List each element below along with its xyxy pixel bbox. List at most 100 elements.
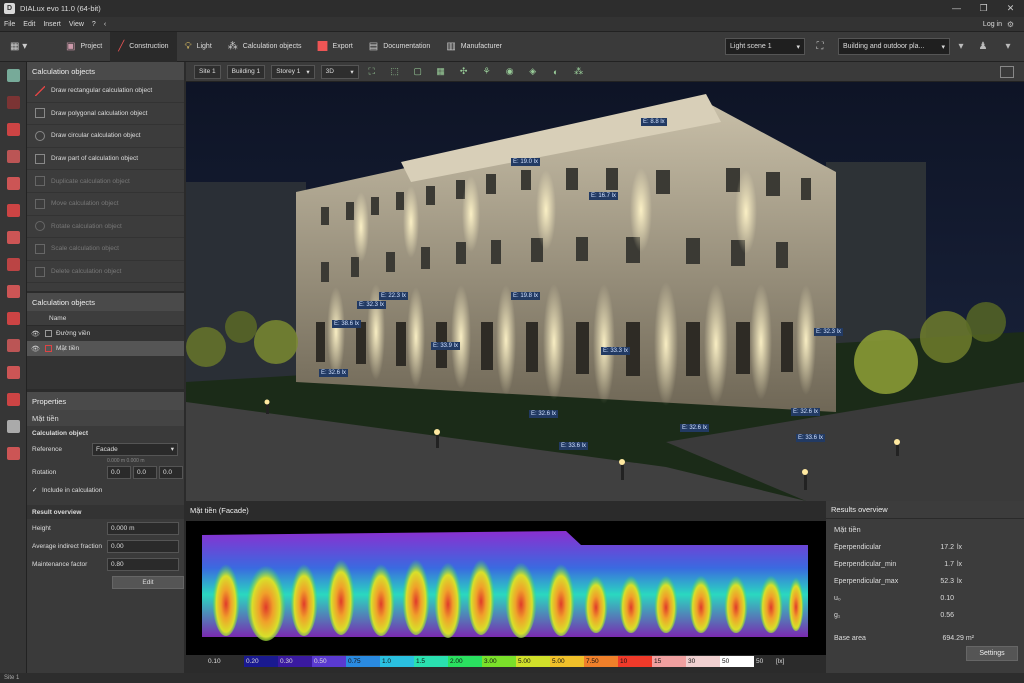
height-input[interactable]: 0.000 m bbox=[107, 521, 179, 535]
visibility-eye-icon[interactable]: 👁︎ bbox=[31, 330, 41, 338]
lux-label[interactable]: E: 19.0 lx bbox=[511, 158, 541, 166]
lux-label[interactable]: E: 32.6 lx bbox=[529, 410, 559, 418]
tool-slab-icon[interactable] bbox=[0, 278, 27, 305]
storey-selector[interactable]: Storey 1 ▾ bbox=[271, 64, 315, 79]
move-icon bbox=[35, 198, 45, 209]
lux-label[interactable]: E: 8.8 lx bbox=[641, 118, 667, 126]
false-colors-icon[interactable]: ◐ bbox=[549, 65, 563, 79]
draw-circle-calc-object[interactable]: Draw circular calculation object bbox=[27, 125, 184, 148]
close-button[interactable]: ✕ bbox=[997, 0, 1024, 17]
menu-help[interactable]: ? bbox=[92, 21, 96, 28]
tool-calc-surface-icon[interactable] bbox=[0, 305, 27, 332]
fullscreen-icon[interactable] bbox=[1000, 65, 1014, 78]
dropdown-arrow-icon[interactable]: ▾ bbox=[953, 38, 969, 54]
tool-measure-icon[interactable] bbox=[0, 359, 27, 386]
lux-label[interactable]: E: 38.6 lx bbox=[332, 320, 362, 328]
chevron-down-icon[interactable]: ▾ bbox=[1000, 38, 1016, 54]
false-color-map[interactable] bbox=[186, 521, 826, 655]
tab-calculation-objects[interactable]: ⁂ Calculation objects bbox=[220, 32, 310, 62]
rotation-x-input[interactable]: 0.0 bbox=[107, 465, 131, 479]
lux-label[interactable]: E: 32.6 lx bbox=[319, 369, 349, 377]
layout-menu-icon[interactable]: ▦ ▾ bbox=[0, 32, 58, 62]
include-checkbox[interactable]: ✓ bbox=[32, 486, 42, 494]
menu-view[interactable]: View bbox=[69, 21, 84, 28]
menu-more-icon[interactable]: ‹ bbox=[104, 21, 106, 28]
tool-ceiling-icon[interactable] bbox=[0, 251, 27, 278]
rotate-calc-object[interactable]: Rotate calculation object bbox=[27, 216, 184, 239]
tool-draw-icon[interactable] bbox=[0, 89, 27, 116]
lux-label[interactable]: E: 33.6 lx bbox=[559, 442, 589, 450]
3d-viewport[interactable]: E: 8.8 lx E: 19.0 lx E: 16.7 lx E: 22.3 … bbox=[186, 82, 1024, 501]
move-calc-object[interactable]: Move calculation object bbox=[27, 193, 184, 216]
person-icon[interactable]: ♟ bbox=[975, 38, 991, 54]
grid-icon[interactable]: ▦ bbox=[434, 65, 448, 79]
indirect-input[interactable]: 0.00 bbox=[107, 539, 179, 553]
draw-part-calc-object[interactable]: Draw part of calculation object bbox=[27, 148, 184, 171]
tool-furniture-icon[interactable] bbox=[0, 143, 27, 170]
scale-calc-object[interactable]: Scale calculation object bbox=[27, 238, 184, 261]
tool-people-icon[interactable] bbox=[0, 440, 27, 467]
rotation-z-input[interactable]: 0.0 bbox=[159, 465, 183, 479]
tab-construction[interactable]: ╱ Construction bbox=[110, 31, 177, 62]
site-selector[interactable]: Site 1 bbox=[194, 64, 221, 79]
render-icon[interactable]: ◈ bbox=[526, 65, 540, 79]
tool-calc-grid-icon[interactable] bbox=[0, 332, 27, 359]
light-scene-select[interactable]: Light scene 1 ▾ bbox=[725, 38, 805, 55]
edit-button[interactable]: Edit bbox=[112, 575, 184, 589]
zoom-extents-icon[interactable]: ⛶ bbox=[365, 65, 379, 79]
tab-light[interactable]: 💡︎ Light bbox=[177, 32, 220, 62]
lux-label[interactable]: E: 32.6 lx bbox=[791, 408, 821, 416]
lux-label[interactable]: E: 32.6 lx bbox=[680, 424, 710, 432]
building-selector[interactable]: Building 1 bbox=[226, 64, 266, 79]
duplicate-calc-object[interactable]: Duplicate calculation object bbox=[27, 170, 184, 193]
visibility-eye-icon[interactable]: 👁︎ bbox=[31, 345, 41, 353]
maximize-button[interactable]: ❐ bbox=[970, 0, 997, 17]
reference-value: Facade bbox=[96, 445, 118, 453]
tab-documentation[interactable]: ▤ Documentation bbox=[361, 32, 439, 62]
draw-polygon-calc-object[interactable]: Draw polygonal calculation object bbox=[27, 103, 184, 126]
column-name-header[interactable]: Name bbox=[49, 315, 66, 322]
lux-label[interactable]: E: 33.3 lx bbox=[601, 347, 631, 355]
people-icon[interactable]: ⁂ bbox=[572, 65, 586, 79]
tool-door-icon[interactable] bbox=[0, 197, 27, 224]
lux-label[interactable]: E: 33.6 lx bbox=[796, 434, 826, 442]
view-mode-select[interactable]: 3D ▾ bbox=[320, 64, 359, 79]
frame-icon[interactable]: ⬚ bbox=[388, 65, 402, 79]
lux-label[interactable]: E: 22.3 lx bbox=[379, 292, 409, 300]
building-select[interactable]: Building and outdoor pla... ▾ bbox=[838, 38, 950, 55]
tool-label-icon[interactable] bbox=[0, 386, 27, 413]
login-link[interactable]: Log in bbox=[983, 21, 1002, 28]
tab-project[interactable]: ▣ Project bbox=[58, 32, 110, 62]
draw-rect-calc-object[interactable]: Draw rectangular calculation object bbox=[27, 80, 184, 103]
select-icon[interactable]: ▢ bbox=[411, 65, 425, 79]
tool-window-icon[interactable] bbox=[0, 224, 27, 251]
tool-flask-icon[interactable] bbox=[0, 170, 27, 197]
delete-calc-object[interactable]: Delete calculation object bbox=[27, 261, 184, 284]
user-icon[interactable]: ⚙ bbox=[1007, 20, 1014, 29]
lux-label[interactable]: E: 32.3 lx bbox=[357, 301, 387, 309]
rotation-y-input[interactable]: 0.0 bbox=[133, 465, 157, 479]
tool-layers-icon[interactable] bbox=[0, 413, 27, 440]
calc-tools-title: Calculation objects bbox=[27, 62, 184, 80]
tab-export[interactable]: ⬛︎ Export bbox=[310, 32, 361, 62]
tab-manufacturer[interactable]: ▥ Manufacturer bbox=[438, 32, 510, 62]
settings-button[interactable]: Settings bbox=[966, 646, 1018, 661]
menu-file[interactable]: File bbox=[4, 21, 15, 28]
maintenance-input[interactable]: 0.80 bbox=[107, 557, 179, 571]
lux-label[interactable]: E: 16.7 lx bbox=[589, 192, 619, 200]
list-item[interactable]: 👁︎ Đường viền bbox=[27, 326, 184, 341]
menu-edit[interactable]: Edit bbox=[23, 21, 35, 28]
tool-storey-icon[interactable] bbox=[0, 62, 27, 89]
camera-icon[interactable]: ◉ bbox=[503, 65, 517, 79]
tool-room-icon[interactable] bbox=[0, 116, 27, 143]
reference-select[interactable]: Facade ▾ bbox=[92, 442, 178, 456]
lux-label[interactable]: E: 32.3 lx bbox=[814, 328, 844, 336]
minimize-button[interactable]: — bbox=[943, 0, 970, 17]
lights-icon[interactable]: ⚘ bbox=[480, 65, 494, 79]
menu-insert[interactable]: Insert bbox=[43, 21, 61, 28]
snap-icon[interactable]: ✣ bbox=[457, 65, 471, 79]
lux-label[interactable]: E: 33.9 lx bbox=[431, 342, 461, 350]
lux-label[interactable]: E: 19.8 lx bbox=[511, 292, 541, 300]
fit-view-icon[interactable]: ⛶ bbox=[812, 38, 828, 54]
list-item-selected[interactable]: 👁︎ Mặt tiền bbox=[27, 341, 184, 356]
